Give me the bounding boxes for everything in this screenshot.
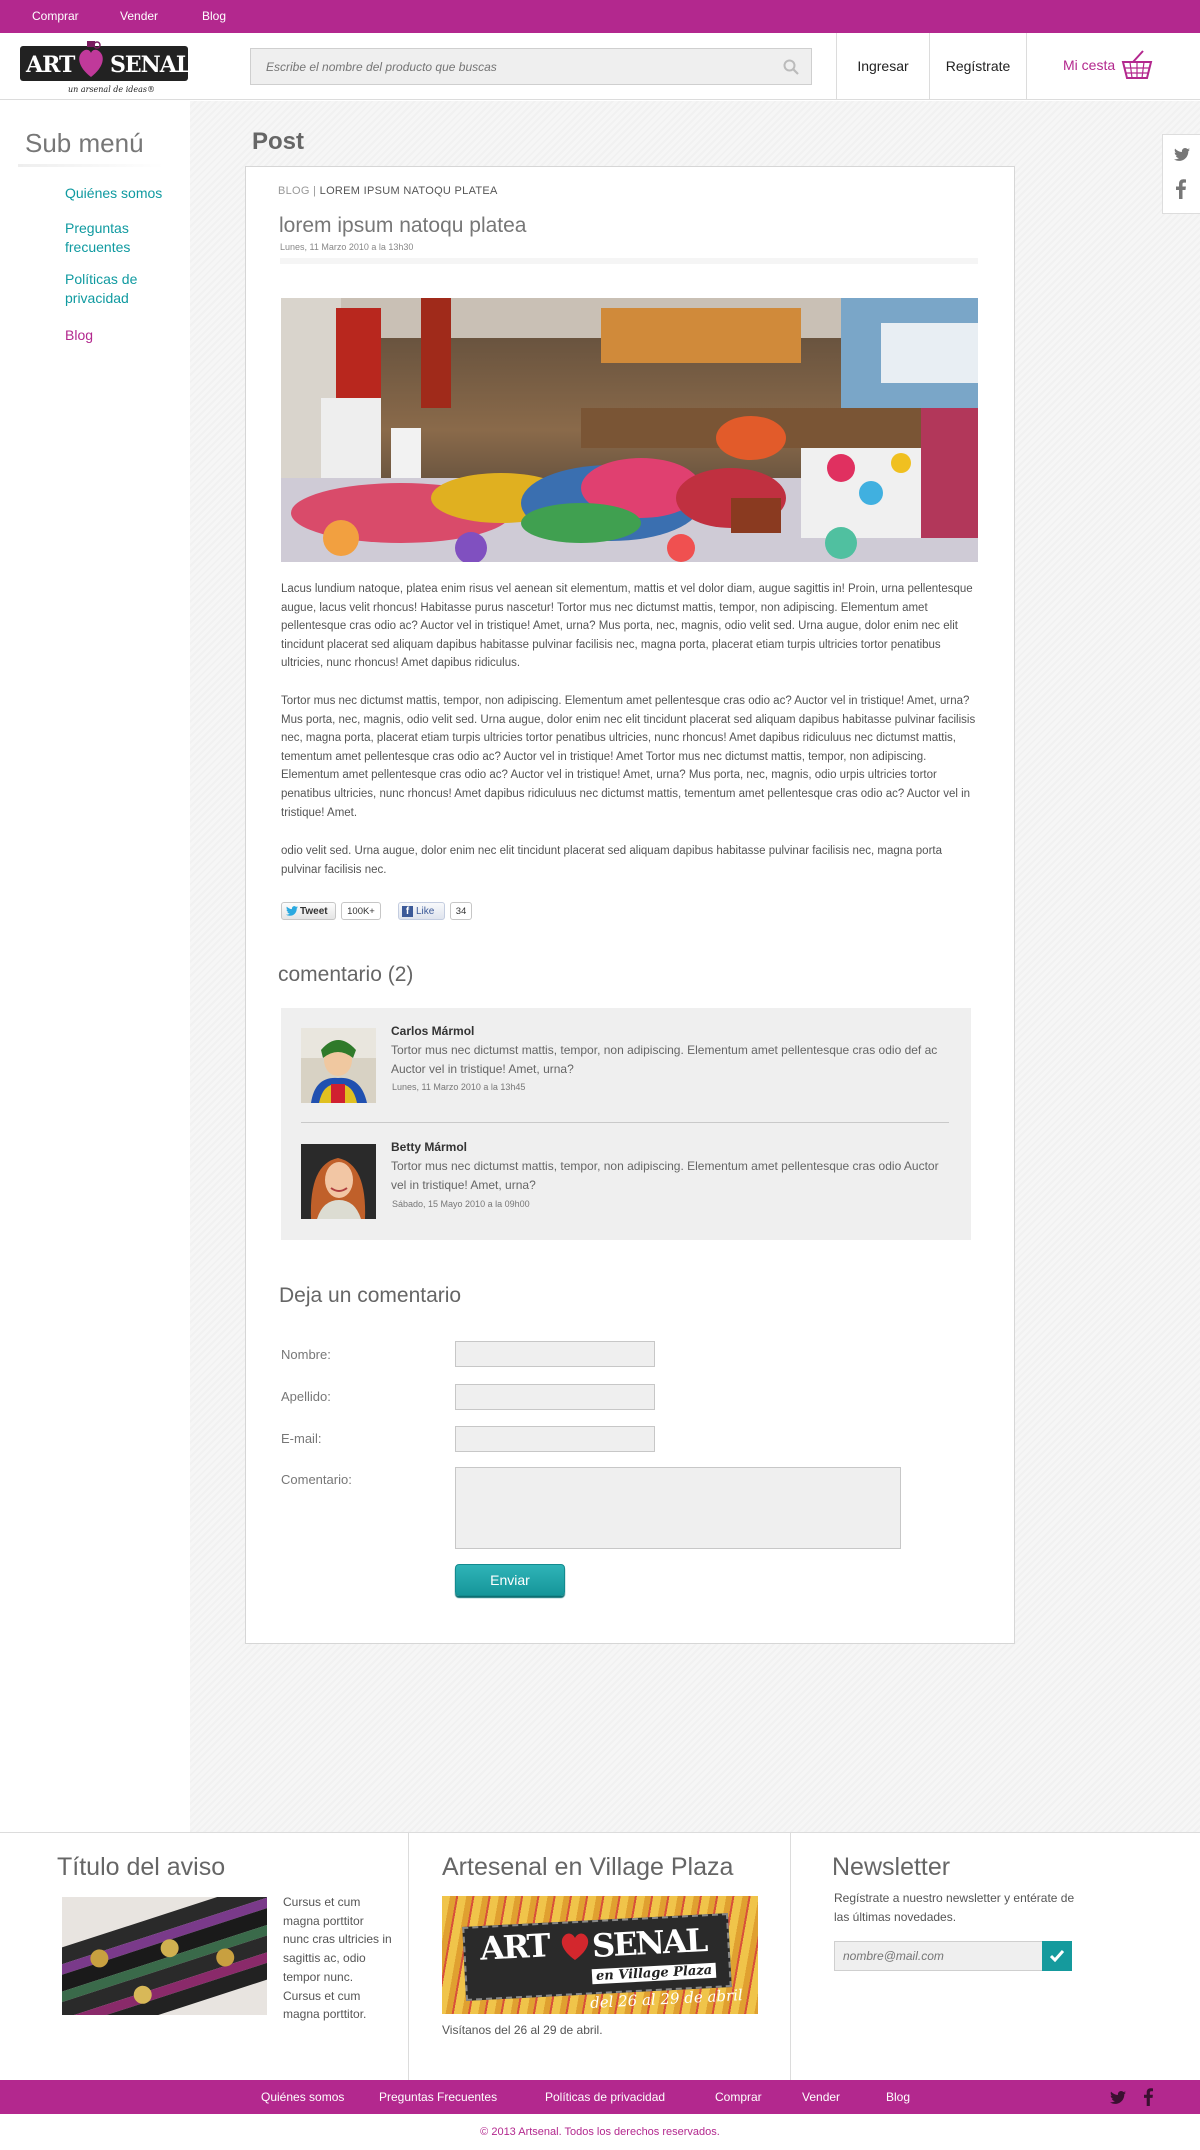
title-divider [280, 258, 978, 264]
top-nav-comprar[interactable]: Comprar [32, 9, 79, 23]
newsletter-email-input[interactable] [834, 1941, 1042, 1971]
tweet-button[interactable]: Tweet [281, 902, 336, 920]
tweet-label: Tweet [300, 905, 328, 917]
event-banner-text-right: SENAL [591, 1921, 707, 1965]
footer-nav-bar: Quiénes somos Preguntas Frecuentes Polít… [0, 2080, 1200, 2114]
footer-link-vender[interactable]: Vender [802, 2090, 840, 2104]
login-button[interactable]: Ingresar [836, 33, 929, 99]
submit-button[interactable]: Enviar [455, 1564, 565, 1596]
like-count: 34 [450, 902, 472, 920]
avatar [301, 1144, 376, 1219]
sidebar-divider [18, 164, 164, 167]
ad-text: Cursus et cum magna porttitor nunc cras … [283, 1895, 392, 2022]
grenade-heart-icon [79, 41, 103, 77]
sidebar-title: Sub menú [25, 128, 144, 158]
search-input[interactable] [251, 49, 771, 84]
post-image [281, 298, 978, 562]
footer-link-comprar[interactable]: Comprar [715, 2090, 762, 2104]
sidebar-item-blog[interactable]: Blog [65, 326, 185, 345]
page-title: Post [252, 128, 305, 155]
twitter-bird-icon [286, 906, 298, 916]
twitter-icon[interactable] [1110, 2091, 1126, 2104]
comments-title: comentario (2) [278, 963, 414, 986]
facebook-icon[interactable] [1144, 2088, 1153, 2106]
event-banner[interactable]: ART SENAL en Village Plaza del 26 al 29 … [442, 1896, 758, 2014]
twitter-icon[interactable] [1174, 148, 1190, 161]
cart-button[interactable]: Mi cesta [1063, 45, 1153, 85]
comment-text: Tortor mus nec dictumst mattis, tempor, … [391, 1159, 939, 1192]
footer-link-politicas-privacidad[interactable]: Políticas de privacidad [545, 2090, 665, 2104]
breadcrumb-current: LOREM IPSUM NATOQU PLATEA [319, 185, 498, 197]
event-banner-text-left: ART [479, 1926, 550, 1968]
avatar [301, 1028, 376, 1103]
market-stall-photo [281, 298, 978, 562]
name-field[interactable] [455, 1341, 655, 1367]
sidebar-item-quienes-somos[interactable]: Quiénes somos [65, 184, 185, 203]
social-side-tab [1162, 134, 1200, 214]
top-nav-bar: Comprar Vender Blog [0, 0, 1200, 33]
logo-tagline: un arsenal de ideas® [68, 85, 155, 94]
facebook-icon[interactable] [1176, 179, 1186, 199]
post-paragraph-3: odio velit sed. Urna augue, dolor enim n… [281, 845, 942, 876]
post-paragraph-1: Lacus lundium natoque, platea enim risus… [281, 583, 973, 670]
comment-form-title: Deja un comentario [279, 1284, 462, 1307]
email-label: E-mail: [281, 1431, 322, 1446]
logo-text-right: SENAL [110, 52, 191, 78]
event-title: Artesenal en Village Plaza [442, 1853, 734, 1881]
comment-date: Sábado, 15 Mayo 2010 a la 09h00 [392, 1199, 530, 1209]
logo-text-left: ART [26, 52, 75, 78]
sidebar-item-politicas-privacidad[interactable]: Políticas de privacidad [65, 270, 155, 308]
like-button[interactable]: f Like [398, 902, 445, 920]
comment-author: Carlos Mármol [391, 1024, 475, 1038]
checkmark-icon [1050, 1950, 1064, 1962]
search-icon[interactable] [783, 59, 799, 75]
post-title: lorem ipsum natoqu platea [279, 214, 527, 237]
comment-label: Comentario: [281, 1472, 352, 1487]
newsletter-submit-button[interactable] [1042, 1941, 1072, 1971]
comment-text: Tortor mus nec dictumst mattis, tempor, … [391, 1043, 938, 1076]
event-text: Visítanos del 26 al 29 de abril. [442, 2023, 603, 2037]
breadcrumb-blog-link[interactable]: BLOG [278, 185, 310, 197]
footer-link-quienes-somos[interactable]: Quiénes somos [261, 2090, 344, 2104]
facebook-f-icon: f [402, 905, 413, 917]
comment-divider [301, 1122, 949, 1123]
footer-link-blog[interactable]: Blog [886, 2090, 910, 2104]
comment-date: Lunes, 11 Marzo 2010 a la 13h45 [392, 1082, 526, 1092]
newsletter-title: Newsletter [832, 1853, 951, 1881]
top-nav-blog[interactable]: Blog [202, 9, 226, 23]
post-paragraph-2: Tortor mus nec dictumst mattis, tempor, … [281, 695, 976, 819]
copyright-text: © 2013 Artsenal. Todos los derechos rese… [480, 2126, 720, 2138]
comment-author: Betty Mármol [391, 1140, 468, 1154]
register-button[interactable]: Regístrate [929, 33, 1027, 99]
newsletter-text: Regístrate a nuestro newsletter y entéra… [834, 1891, 1075, 1924]
surname-field[interactable] [455, 1384, 655, 1410]
footer-link-preguntas-frecuentes[interactable]: Preguntas Frecuentes [379, 2090, 497, 2104]
search-box [250, 48, 812, 85]
surname-label: Apellido: [281, 1389, 331, 1404]
site-logo[interactable]: ART SENAL un arsenal de ideas® [20, 41, 200, 94]
post-date: Lunes, 11 Marzo 2010 a la 13h30 [280, 242, 414, 252]
site-header: ART SENAL un arsenal de ideas® Ingresar … [0, 33, 1200, 100]
name-label: Nombre: [281, 1347, 331, 1362]
like-label: Like [416, 905, 435, 917]
ad-image[interactable] [62, 1897, 267, 2015]
sidebar-item-preguntas-frecuentes[interactable]: Preguntas frecuentes [65, 219, 155, 257]
cart-label: Mi cesta [1063, 57, 1116, 73]
footer-column-divider [790, 1833, 791, 2080]
comment-textarea[interactable] [455, 1467, 901, 1549]
top-nav-vender[interactable]: Vender [120, 9, 158, 23]
heart-icon [561, 1933, 589, 1960]
footer-column-divider [408, 1833, 409, 2080]
breadcrumb: BLOG | LOREM IPSUM NATOQU PLATEA [278, 185, 498, 197]
ad-title: Título del aviso [57, 1853, 226, 1881]
tweet-count: 100K+ [341, 902, 381, 920]
basket-icon [1121, 50, 1153, 79]
email-field[interactable] [455, 1426, 655, 1452]
